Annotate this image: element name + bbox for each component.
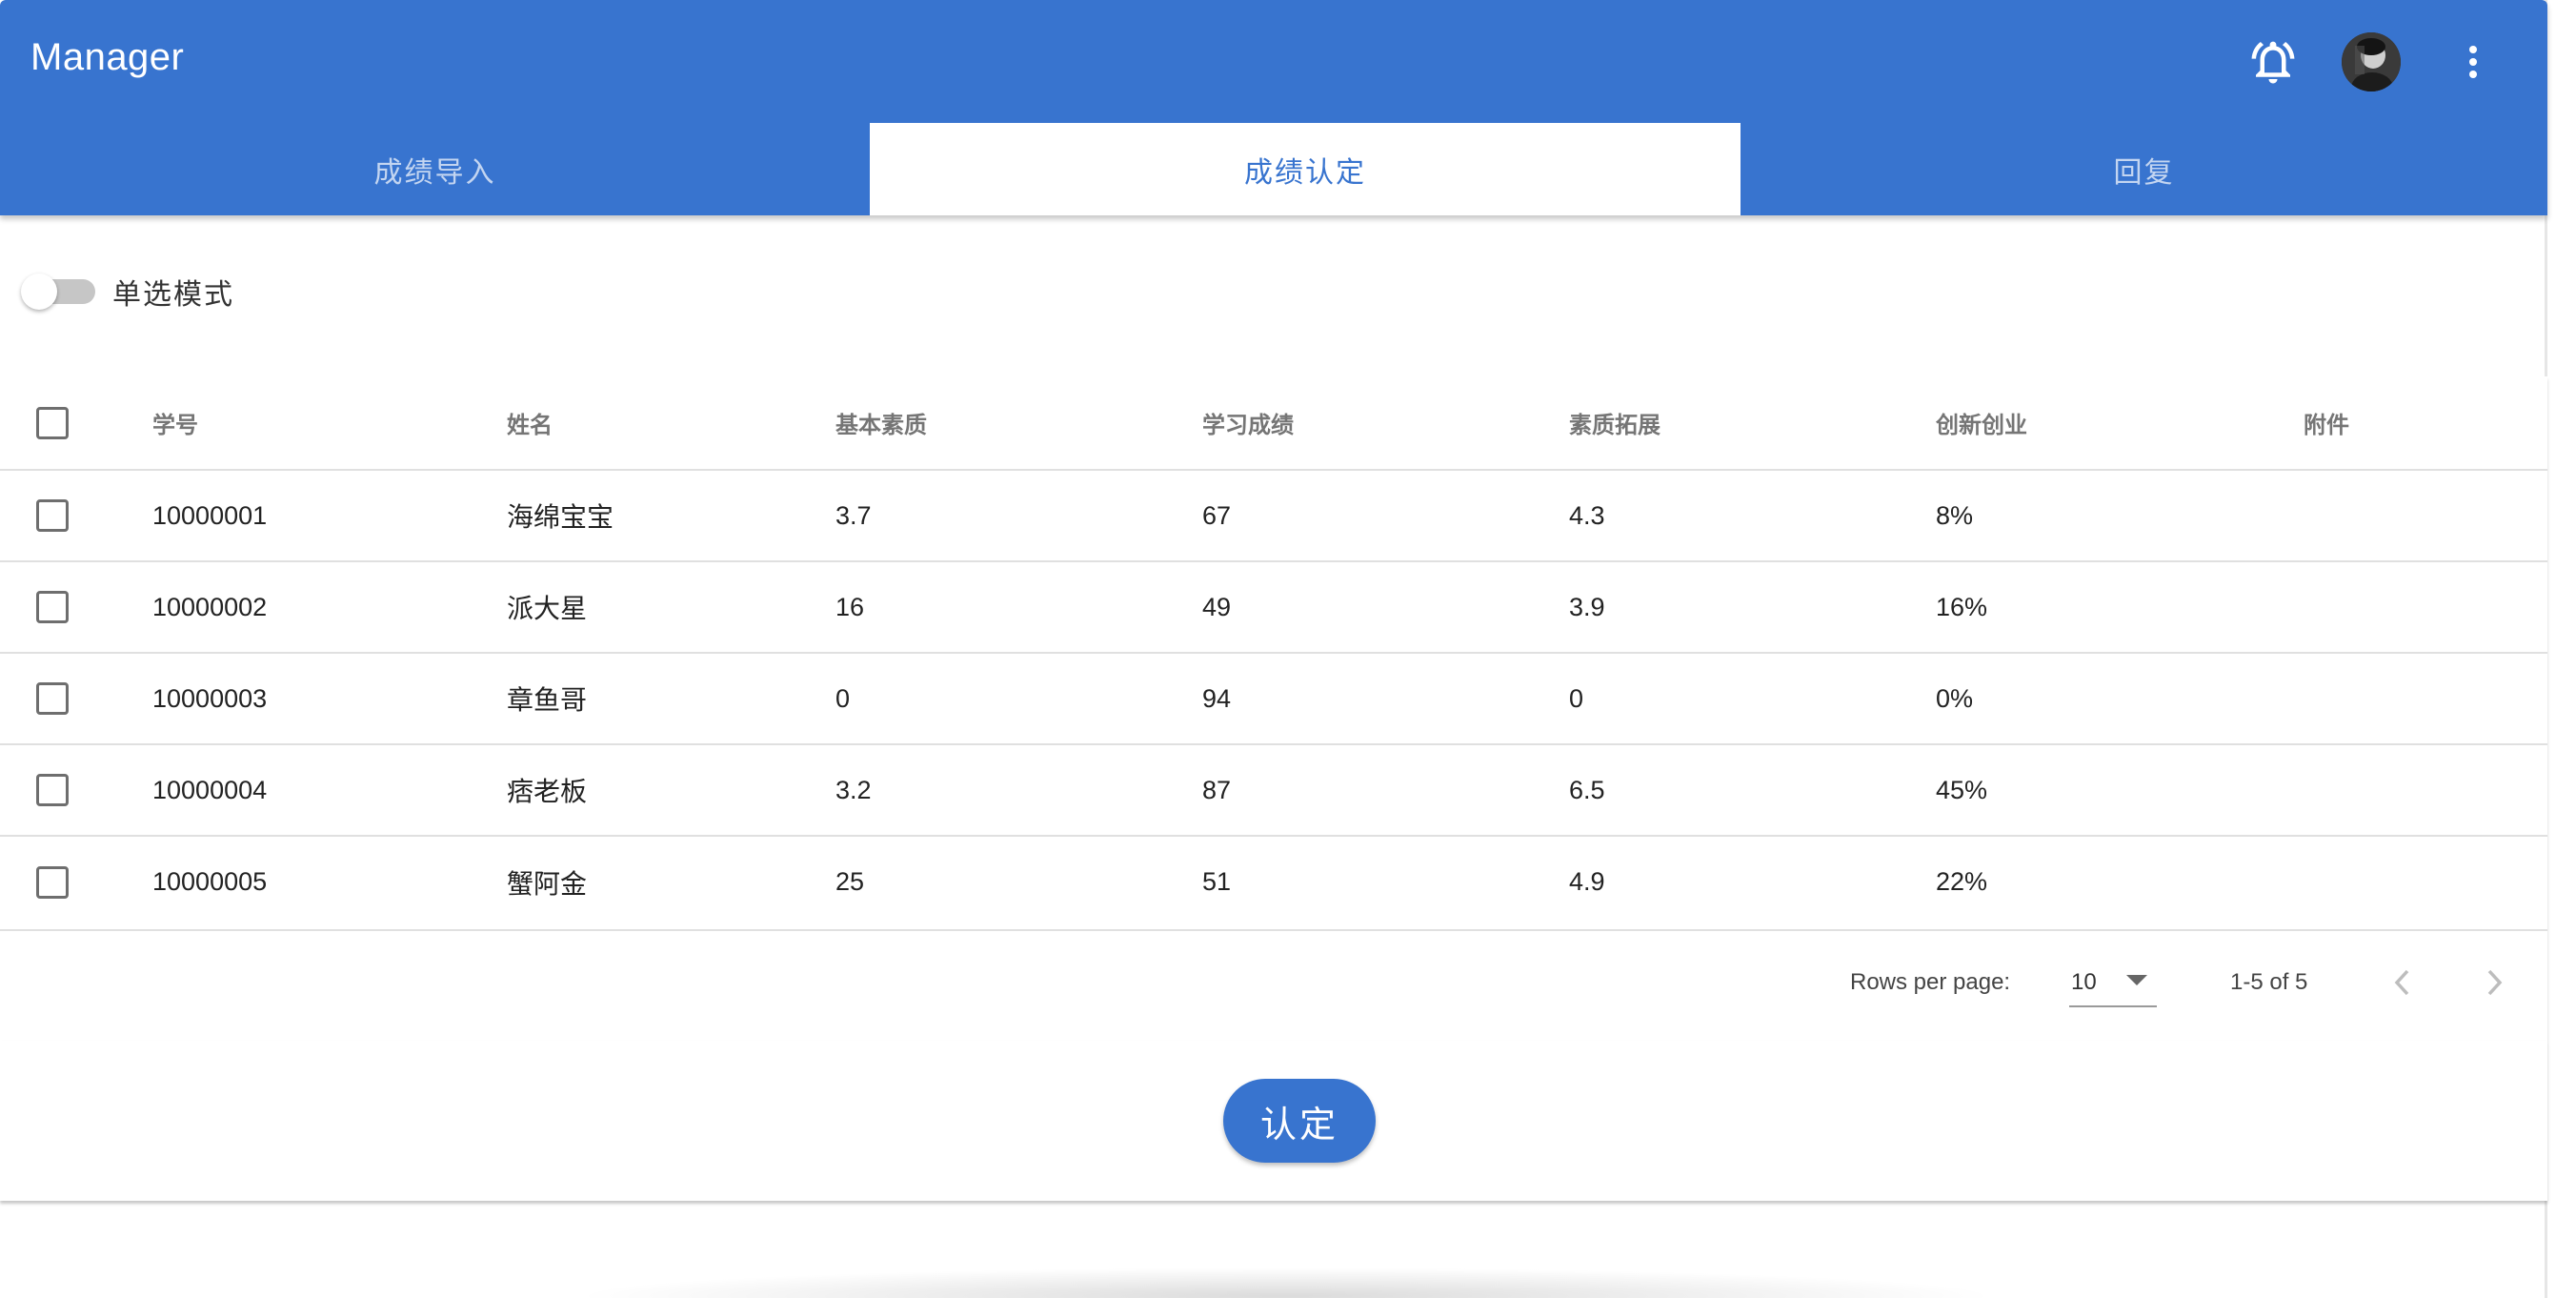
cell-study: 94: [1202, 683, 1232, 713]
table-row[interactable]: 10000002 派大星 16 49 3.9 16%: [0, 561, 2547, 653]
row-checkbox[interactable]: [36, 682, 69, 715]
rows-per-page-label: Rows per page:: [1850, 969, 2011, 995]
cell-expand: 3.9: [1569, 592, 1605, 621]
bottom-card-shadow: [572, 1268, 2001, 1298]
tab-grade-confirm[interactable]: 成绩认定: [870, 123, 1741, 215]
main-panel: Manager 成绩导入 成绩认定 回复 单选模式 学号 姓名 基本素质 学习成…: [0, 0, 2547, 1298]
chevron-right-icon: [2487, 969, 2503, 996]
table-row[interactable]: 10000003 章鱼哥 0 94 0 0%: [0, 653, 2547, 744]
table-pagination: Rows per page: 10 1-5 of 5: [0, 929, 2547, 1043]
chevron-left-icon: [2394, 969, 2409, 996]
cell-basic: 16: [835, 592, 865, 621]
cell-basic: 0: [835, 683, 851, 713]
cell-basic: 3.7: [835, 500, 872, 530]
cell-innovation: 8%: [1936, 500, 1974, 530]
cell-id: 10000005: [152, 867, 268, 896]
single-select-switch[interactable]: [19, 270, 95, 314]
row-checkbox[interactable]: [36, 499, 69, 532]
row-select-cell: [0, 653, 152, 744]
cell-expand: 0: [1569, 683, 1584, 713]
avatar[interactable]: [2342, 32, 2401, 91]
user-avatar-image: [2342, 32, 2401, 91]
cell-innovation: 0%: [1936, 683, 1974, 713]
cell-expand: 4.3: [1569, 500, 1605, 530]
column-header-id[interactable]: 学号: [152, 376, 507, 470]
table-row[interactable]: 10000001 海绵宝宝 3.7 67 4.3 8%: [0, 470, 2547, 561]
column-header-study[interactable]: 学习成绩: [1202, 376, 1569, 470]
cell-expand: 6.5: [1569, 775, 1605, 804]
cell-innovation: 45%: [1936, 775, 1988, 804]
bell-ring-icon: [2251, 41, 2295, 84]
more-menu-button[interactable]: [2448, 32, 2498, 91]
cell-expand: 4.9: [1569, 867, 1605, 896]
column-header-basic[interactable]: 基本素质: [835, 376, 1202, 470]
cell-name: 痞老板: [507, 776, 588, 807]
row-select-cell: [0, 744, 152, 836]
row-select-cell: [0, 836, 152, 927]
table-header-row: 学号 姓名 基本素质 学习成绩 素质拓展 创新创业 附件: [0, 376, 2547, 470]
rows-per-page-select[interactable]: 10: [2069, 958, 2157, 1007]
tab-bar: 成绩导入 成绩认定 回复: [0, 123, 2547, 215]
cell-id: 10000003: [152, 683, 268, 713]
cell-name: 海绵宝宝: [507, 501, 614, 533]
cell-id: 10000002: [152, 592, 268, 621]
column-header-innovation[interactable]: 创新创业: [1936, 376, 2304, 470]
single-select-toggle-row: 单选模式: [19, 270, 234, 314]
cell-study: 49: [1202, 592, 1232, 621]
cell-innovation: 16%: [1936, 592, 1988, 621]
table-row[interactable]: 10000004 痞老板 3.2 87 6.5 45%: [0, 744, 2547, 836]
caret-down-icon: [2126, 975, 2147, 985]
tab-grade-import[interactable]: 成绩导入: [0, 123, 870, 215]
column-header-name[interactable]: 姓名: [507, 376, 835, 470]
cell-basic: 25: [835, 867, 865, 896]
row-select-cell: [0, 470, 152, 561]
cell-innovation: 22%: [1936, 867, 1988, 896]
cell-attachment: [2304, 470, 2547, 561]
tab-reply[interactable]: 回复: [1741, 123, 2547, 215]
cell-study: 51: [1202, 867, 1232, 896]
next-page-button[interactable]: [2473, 958, 2517, 1007]
rows-per-page-value: 10: [2071, 969, 2097, 995]
grades-table: 学号 姓名 基本素质 学习成绩 素质拓展 创新创业 附件 10000001 海绵…: [0, 376, 2547, 927]
cell-study: 67: [1202, 500, 1232, 530]
select-all-checkbox[interactable]: [36, 406, 69, 439]
cell-attachment: [2304, 836, 2547, 927]
column-header-attachment[interactable]: 附件: [2304, 376, 2547, 470]
pagination-range: 1-5 of 5: [2230, 969, 2308, 995]
grades-table-card: 学号 姓名 基本素质 学习成绩 素质拓展 创新创业 附件 10000001 海绵…: [0, 376, 2547, 1041]
confirm-area: 认定: [0, 1041, 2547, 1201]
app-bar: Manager 成绩导入 成绩认定 回复: [0, 0, 2547, 215]
row-checkbox[interactable]: [36, 591, 69, 623]
app-title: Manager: [30, 36, 185, 78]
confirm-button[interactable]: 认定: [1223, 1079, 1376, 1163]
cell-attachment: [2304, 744, 2547, 836]
more-vertical-icon: [2469, 46, 2477, 78]
cell-name: 章鱼哥: [507, 684, 588, 716]
row-checkbox[interactable]: [36, 774, 69, 806]
cell-basic: 3.2: [835, 775, 872, 804]
single-select-label: 单选模式: [112, 278, 234, 312]
row-checkbox[interactable]: [36, 865, 69, 899]
table-row[interactable]: 10000005 蟹阿金 25 51 4.9 22%: [0, 836, 2547, 927]
cell-name: 派大星: [507, 593, 588, 624]
cell-attachment: [2304, 653, 2547, 744]
column-header-expand[interactable]: 素质拓展: [1569, 376, 1936, 470]
select-all-cell: [0, 376, 152, 470]
cell-name: 蟹阿金: [507, 867, 588, 900]
notification-button[interactable]: [2244, 32, 2303, 91]
cell-study: 87: [1202, 775, 1232, 804]
cell-attachment: [2304, 561, 2547, 653]
cell-id: 10000004: [152, 775, 268, 804]
previous-page-button[interactable]: [2380, 958, 2424, 1007]
cell-id: 10000001: [152, 500, 268, 530]
row-select-cell: [0, 561, 152, 653]
switch-knob: [21, 274, 57, 310]
page: Manager 成绩导入 成绩认定 回复 单选模式 学号 姓名 基本素质 学习成…: [0, 0, 2576, 1298]
